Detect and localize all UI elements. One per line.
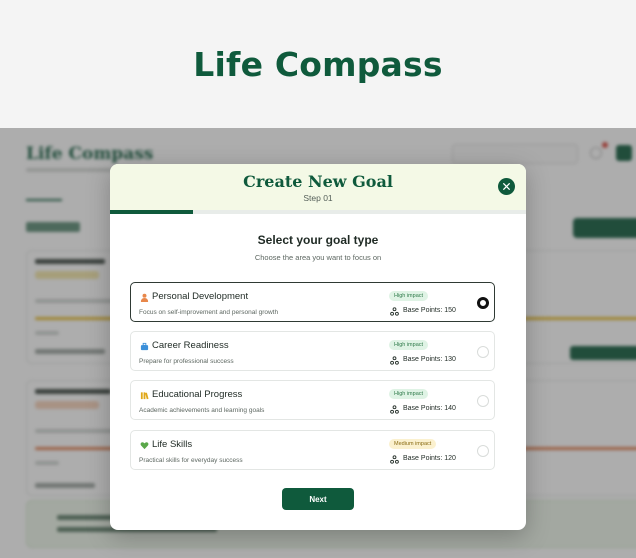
banner-title: Life Compass	[193, 44, 443, 84]
modal-step-label: Step 01	[303, 193, 333, 203]
close-icon	[503, 183, 510, 190]
option-description: Academic achievements and learning goals	[139, 407, 265, 414]
close-button[interactable]	[498, 178, 515, 195]
step-progress-fill	[110, 210, 194, 214]
goal-type-option-educational-progress[interactable]: Educational Progress Academic achievemen…	[130, 380, 495, 420]
goal-type-option-personal-development[interactable]: Personal Development Focus on self-impro…	[130, 282, 495, 322]
modal-header: Create New Goal Step 01	[110, 164, 526, 210]
step-progress-bar	[110, 210, 526, 214]
option-title: Personal Development	[152, 291, 249, 302]
radio-button[interactable]	[477, 395, 489, 407]
option-title: Career Readiness	[152, 340, 229, 351]
points-icon	[390, 405, 399, 414]
goal-type-option-career-readiness[interactable]: Career Readiness Prepare for professiona…	[130, 331, 495, 371]
impact-badge: High impact	[389, 340, 429, 350]
option-title: Life Skills	[152, 439, 193, 450]
points-icon	[390, 356, 399, 365]
next-button[interactable]: Next	[282, 488, 354, 510]
radio-button[interactable]	[477, 445, 489, 457]
option-description: Prepare for professional success	[139, 358, 234, 365]
points-icon	[390, 307, 399, 316]
modal-title: Create New Goal	[243, 172, 393, 191]
radio-button[interactable]	[477, 297, 489, 309]
person-icon	[139, 292, 149, 302]
base-points: Base Points: 150	[403, 307, 456, 314]
goal-type-option-life-skills[interactable]: Life Skills Practical skills for everyda…	[130, 430, 495, 470]
option-title: Educational Progress	[152, 389, 243, 400]
create-goal-modal: Create New Goal Step 01 Select your goal…	[110, 164, 526, 530]
points-icon	[390, 455, 399, 464]
base-points: Base Points: 140	[403, 405, 456, 412]
option-description: Practical skills for everyday success	[139, 457, 243, 464]
base-points: Base Points: 120	[403, 455, 456, 462]
heart-icon	[139, 440, 149, 450]
briefcase-icon	[139, 341, 149, 351]
impact-badge: High impact	[389, 389, 429, 399]
app-banner: Life Compass	[0, 0, 636, 128]
books-icon	[139, 390, 149, 400]
option-description: Focus on self-improvement and personal g…	[139, 309, 279, 316]
impact-badge: High impact	[389, 291, 429, 301]
base-points: Base Points: 130	[403, 356, 456, 363]
impact-badge: Medium impact	[389, 439, 437, 449]
question-subtitle: Choose the area you want to focus on	[254, 253, 382, 262]
radio-button[interactable]	[477, 346, 489, 358]
question-title: Select your goal type	[257, 233, 379, 247]
